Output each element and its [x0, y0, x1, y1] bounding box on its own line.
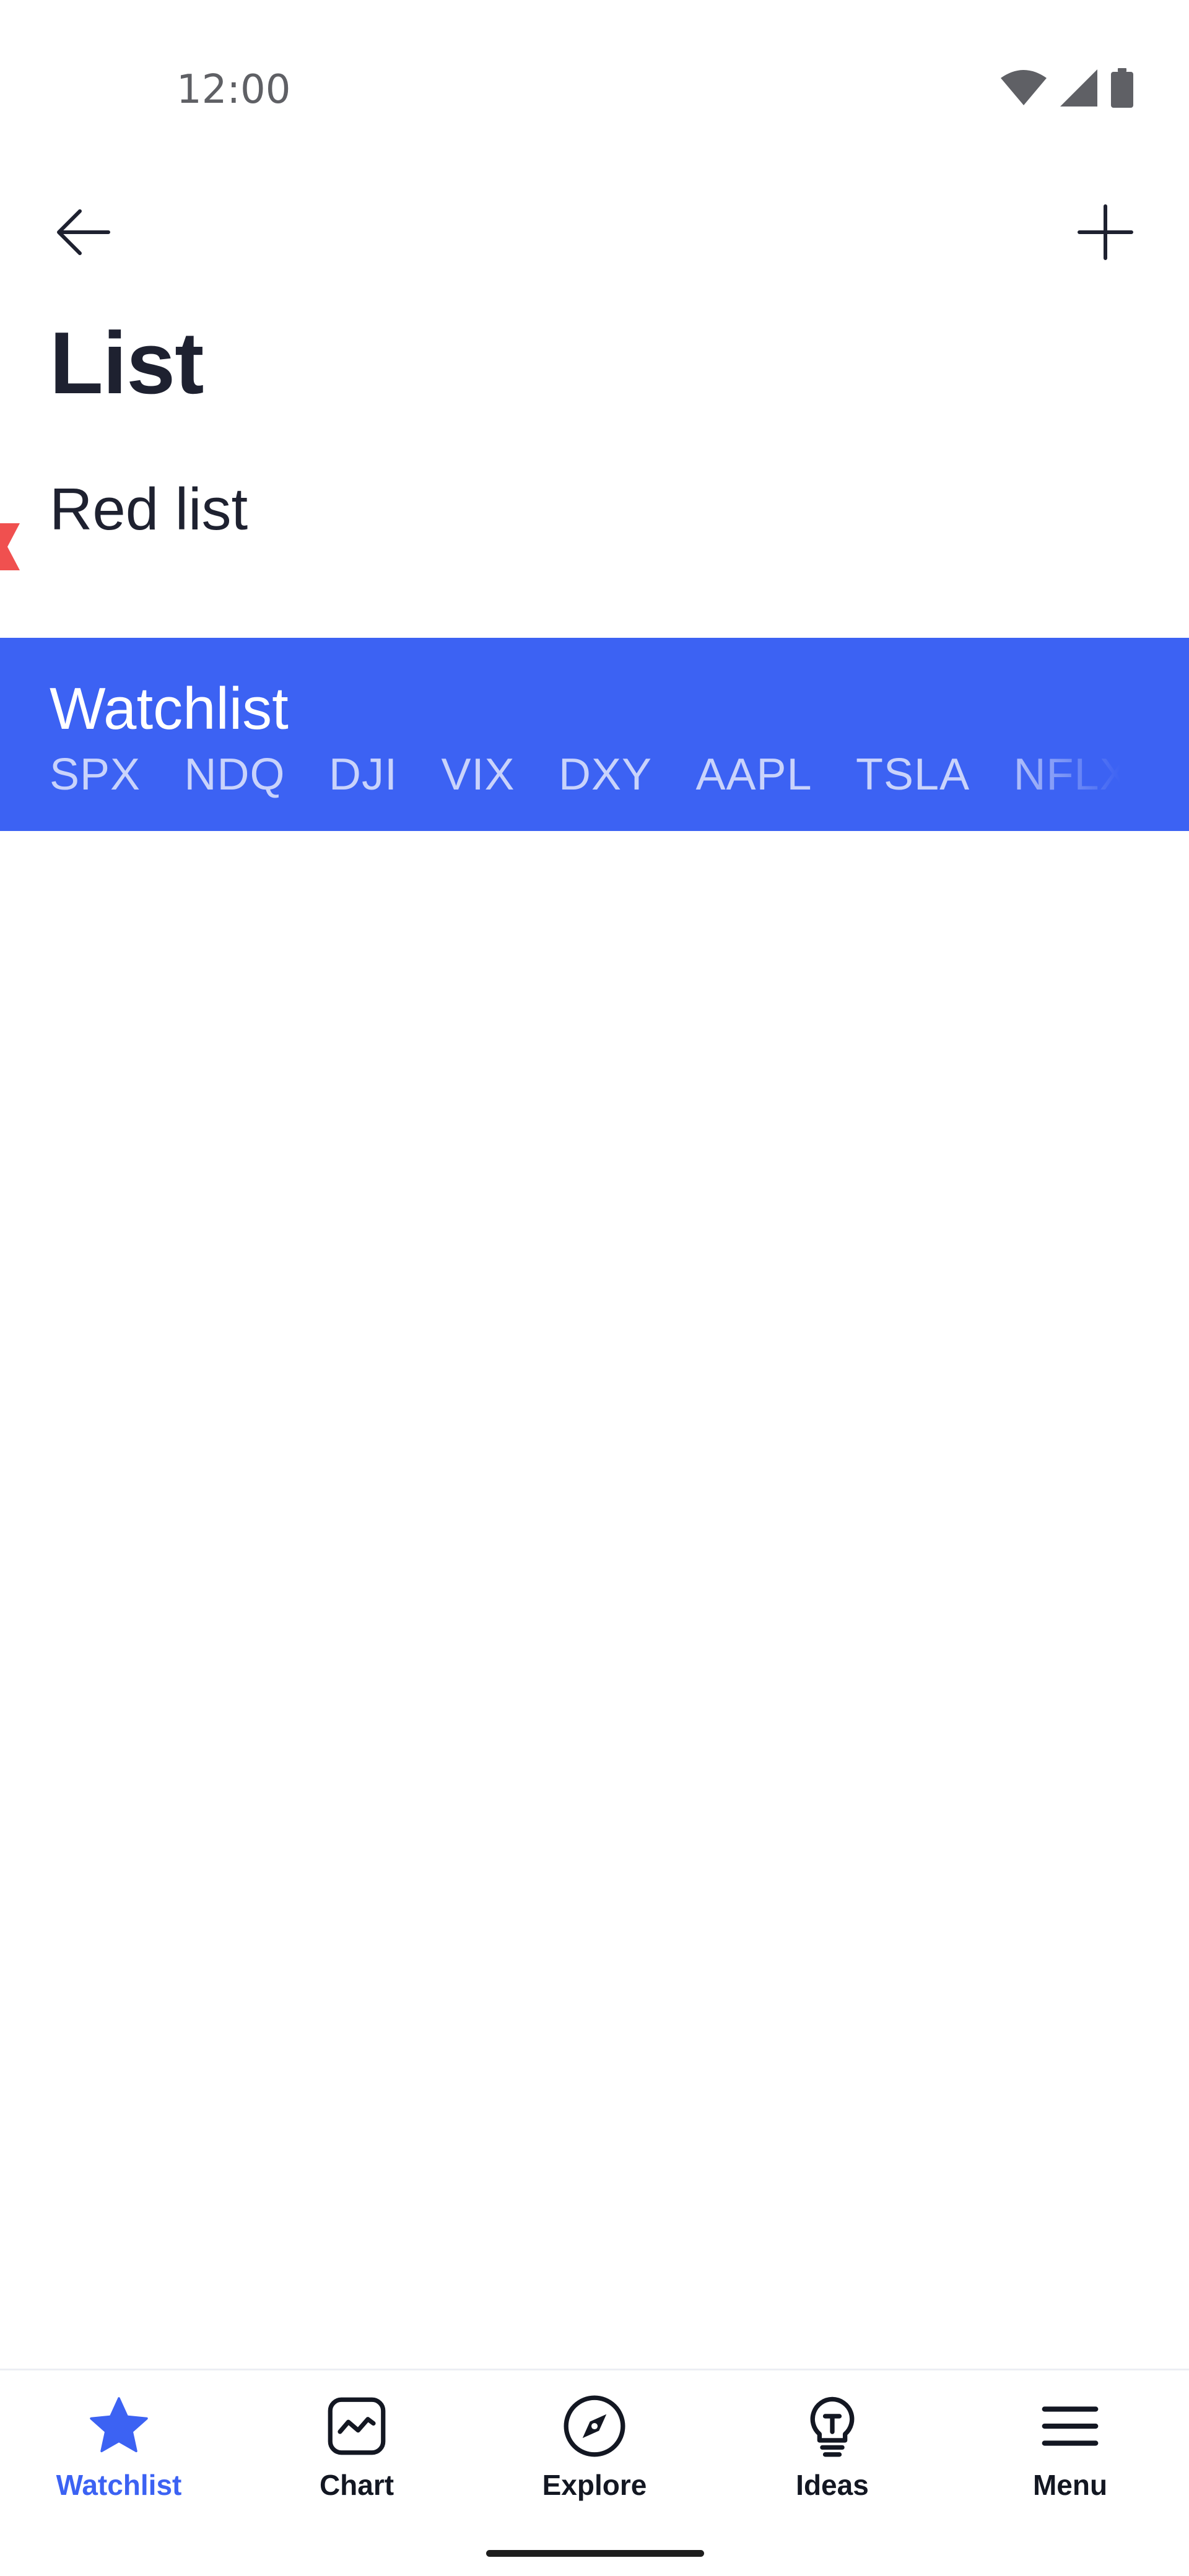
ticker-symbol: TSLA — [856, 750, 970, 799]
battery-icon — [1111, 68, 1133, 108]
chart-icon — [328, 2397, 386, 2455]
nav-item-menu[interactable]: Menu — [951, 2370, 1189, 2519]
screen: 12:00 List Red list Watchlist SPX NDQ DJ… — [0, 0, 1189, 2576]
ticker-symbol: VIX — [441, 750, 515, 799]
lightbulb-icon — [810, 2396, 855, 2457]
add-list-button[interactable] — [1059, 186, 1152, 279]
wifi-icon — [1001, 70, 1047, 105]
ticker-symbol: SPX — [50, 750, 141, 799]
menu-icon — [1042, 2406, 1099, 2446]
nav-item-ideas[interactable]: Ideas — [713, 2370, 951, 2519]
ticker-symbol: DXY — [558, 750, 652, 799]
nav-item-chart[interactable]: Chart — [238, 2370, 476, 2519]
page-title: List — [50, 314, 204, 412]
ticker-symbol: DJI — [328, 750, 398, 799]
compass-icon — [564, 2395, 625, 2457]
list-item-red-list[interactable]: Red list — [0, 452, 1189, 570]
nav-label: Chart — [319, 2469, 394, 2501]
back-button[interactable] — [37, 186, 130, 279]
nav-label: Ideas — [796, 2469, 869, 2501]
star-icon — [90, 2397, 148, 2453]
signal-icon — [1060, 69, 1097, 107]
nav-label: Explore — [542, 2469, 647, 2501]
list-item-watchlist[interactable]: Watchlist SPX NDQ DJI VIX DXY AAPL TSLA … — [0, 638, 1189, 831]
status-bar: 12:00 — [0, 0, 1189, 142]
ticker-symbol: AAPL — [695, 750, 812, 799]
ticker-symbol: NFLX — [1013, 750, 1121, 799]
list-item-label: Red list — [50, 476, 248, 542]
bottom-navigation: Watchlist Chart Explore Ideas Menu — [0, 2369, 1189, 2576]
status-icons — [1001, 68, 1133, 108]
nav-label: Watchlist — [56, 2469, 182, 2501]
app-bar — [0, 173, 1189, 272]
ticker-symbol: NDQ — [184, 750, 285, 799]
ticker-row: SPX NDQ DJI VIX DXY AAPL TSLA NFLX — [50, 749, 1121, 805]
arrow-left-icon — [57, 209, 110, 255]
list-item-label: Watchlist — [50, 676, 289, 742]
plus-icon — [1078, 204, 1133, 260]
nav-item-explore[interactable]: Explore — [476, 2370, 713, 2519]
home-indicator[interactable] — [486, 2550, 704, 2557]
flag-icon — [0, 523, 20, 570]
nav-item-watchlist[interactable]: Watchlist — [0, 2370, 238, 2519]
nav-label: Menu — [1032, 2469, 1108, 2501]
status-time: 12:00 — [176, 67, 291, 113]
